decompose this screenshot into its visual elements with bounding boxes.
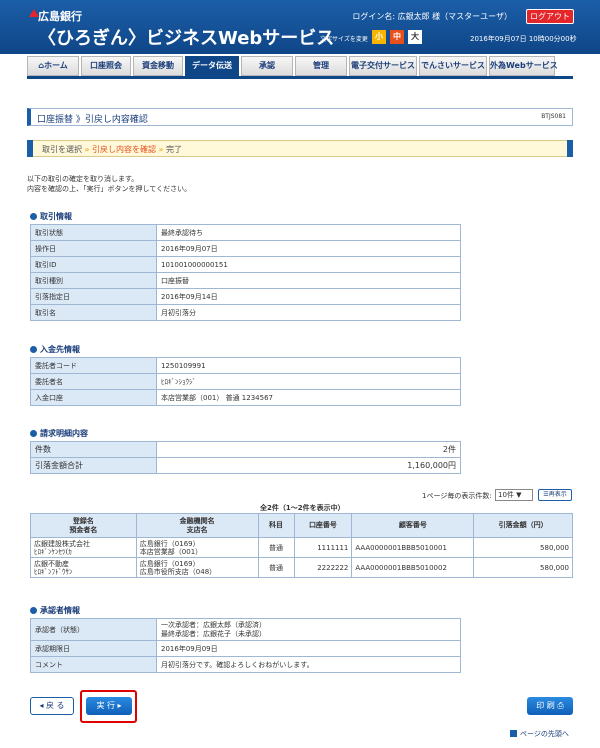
arrow-up-icon	[510, 730, 517, 737]
section-title-transaction: 取引情報	[30, 211, 72, 222]
global-nav: ⌂ホーム 口座照会 資金移動 データ伝送 承認 管理 電子交付サービス でんさい…	[27, 56, 573, 76]
step-right-marker-icon	[567, 140, 573, 157]
bullet-icon	[30, 607, 37, 614]
redisplay-button[interactable]: ☰再表示	[538, 489, 572, 501]
bank-name: 広島銀行	[38, 10, 82, 23]
table-row: 承認期限日 2016年09月09日	[30, 640, 461, 657]
table-row: 引落金額合計 1,160,000円	[30, 457, 461, 474]
table-row: 取引種別 口座振替	[30, 272, 461, 289]
step-complete: 完了	[166, 145, 182, 154]
page-title: 口座振替 》引戻し内容確認	[37, 115, 148, 125]
section-title-deposit: 入金先情報	[30, 344, 80, 355]
billing-detail-table: 登録名 預金者名 金融機関名 支店名 科目 口座番号 顧客番号 引落金額（円） 広銀…	[30, 513, 573, 578]
bullet-icon	[30, 346, 37, 353]
per-page-select[interactable]: 10件 ▼	[495, 489, 533, 501]
font-medium-button[interactable]: 中	[390, 30, 404, 44]
section-title-approver: 承認者情報	[30, 605, 80, 616]
nav-home[interactable]: ⌂ホーム	[27, 56, 79, 76]
table-row: 入金口座 本店営業部（001） 普通 1234567	[30, 389, 461, 406]
step-confirm-current: 引戻し内容を確認	[92, 145, 156, 154]
page-title-bar: 口座振替 》引戻し内容確認 BTJS081	[27, 108, 573, 126]
table-row: 取引状態 最終承認待ち	[30, 224, 461, 241]
table-row: 委託者コード 1250109991	[30, 357, 461, 374]
current-datetime: 2016年09月07日 10時00分00秒	[470, 35, 577, 43]
logout-button[interactable]: ログアウト	[526, 9, 574, 24]
table-row: 広銀建設株式会社 ﾋﾛｷﾞﾝｹﾝｾﾂ(ｶ 広島銀行（0169） 本店営業部（001）…	[30, 537, 573, 558]
table-row: 取引ID 101001000000151	[30, 256, 461, 273]
nav-foreign-exchange[interactable]: 外為Webサービス	[489, 56, 558, 76]
nav-management[interactable]: 管理	[295, 56, 347, 76]
nav-divider	[27, 76, 573, 79]
table-row: 取引名 月初引落分	[30, 304, 461, 321]
execute-button[interactable]: 実 行 ▸	[86, 697, 132, 715]
intro-text: 以下の取引の確定を取り消します。 内容を確認の上、「実行」ボタンを押してください…	[27, 175, 192, 193]
billing-summary-table: 件数 2件 引落金額合計 1,160,000円	[30, 441, 461, 474]
step-indicator: 取引を選択 » 引戻し内容を確認 » 完了	[27, 140, 573, 157]
back-button[interactable]: ◂ 戻 る	[30, 697, 74, 715]
login-name: ログイン名: 広銀太郎 様（マスターユーザ）	[352, 12, 512, 21]
screen-id: BTJS081	[541, 113, 566, 120]
nav-densai[interactable]: でんさいサービス	[419, 56, 487, 76]
approver-table: 承認者（状態） 一次承認者：広銀太郎（承認済） 最終承認者：広銀花子（未承認） 承認…	[30, 618, 461, 673]
record-count: 全2件（1～2件を表示中）	[260, 504, 345, 512]
nav-approval[interactable]: 承認	[241, 56, 293, 76]
table-row: 広銀不動産 ﾋﾛｷﾞﾝﾌﾄﾞｳｻﾝ 広島銀行（0169） 広島市役所支店（048） …	[30, 557, 573, 578]
font-small-button[interactable]: 小	[372, 30, 386, 44]
page-top-link[interactable]: ページの先頭へ	[510, 729, 569, 739]
table-row: コメント 月初引落分です。確認よろしくおねがいします。	[30, 656, 461, 673]
step-select: 取引を選択	[42, 145, 82, 154]
nav-data-transmission[interactable]: データ伝送	[185, 56, 239, 76]
table-header-row: 登録名 預金者名 金融機関名 支店名 科目 口座番号 顧客番号 引落金額（円）	[30, 513, 573, 538]
nav-fund-transfer[interactable]: 資金移動	[133, 56, 183, 76]
deposit-table: 委託者コード 1250109991 委託者名 ﾋﾛｷﾞﾝｼｮｳｼﾞ 入金口座 本店営業…	[30, 357, 461, 406]
bullet-icon	[30, 213, 37, 220]
step-separator-icon: »	[158, 145, 164, 154]
table-row: 操作日 2016年09月07日	[30, 240, 461, 257]
table-row: 件数 2件	[30, 441, 461, 458]
font-large-button[interactable]: 大	[408, 30, 422, 44]
table-row: 委託者名 ﾋﾛｷﾞﾝｼｮｳｼﾞ	[30, 373, 461, 390]
print-button[interactable]: 印 刷 ⎙	[527, 697, 573, 715]
step-left-marker-icon	[27, 140, 33, 157]
nav-account-inquiry[interactable]: 口座照会	[81, 56, 131, 76]
nav-e-delivery[interactable]: 電子交付サービス	[349, 56, 417, 76]
font-size-label: 文字サイズを変更	[320, 36, 368, 43]
bullet-icon	[30, 430, 37, 437]
per-page-label: 1ページ毎の表示件数:	[422, 492, 492, 500]
transaction-table: 取引状態 最終承認待ち 操作日 2016年09月07日 取引ID 1010010000…	[30, 224, 461, 321]
table-row: 承認者（状態） 一次承認者：広銀太郎（承認済） 最終承認者：広銀花子（未承認）	[30, 618, 461, 641]
table-row: 引落指定日 2016年09月14日	[30, 288, 461, 305]
header: 広島銀行 〈ひろぎん〉ビジネスWebサービス ログイン名: 広銀太郎 様（マスタ…	[0, 0, 600, 54]
step-separator-icon: »	[84, 145, 90, 154]
section-title-billing: 請求明細内容	[30, 428, 88, 439]
service-name: 〈ひろぎん〉ビジネスWebサービス	[38, 28, 335, 49]
